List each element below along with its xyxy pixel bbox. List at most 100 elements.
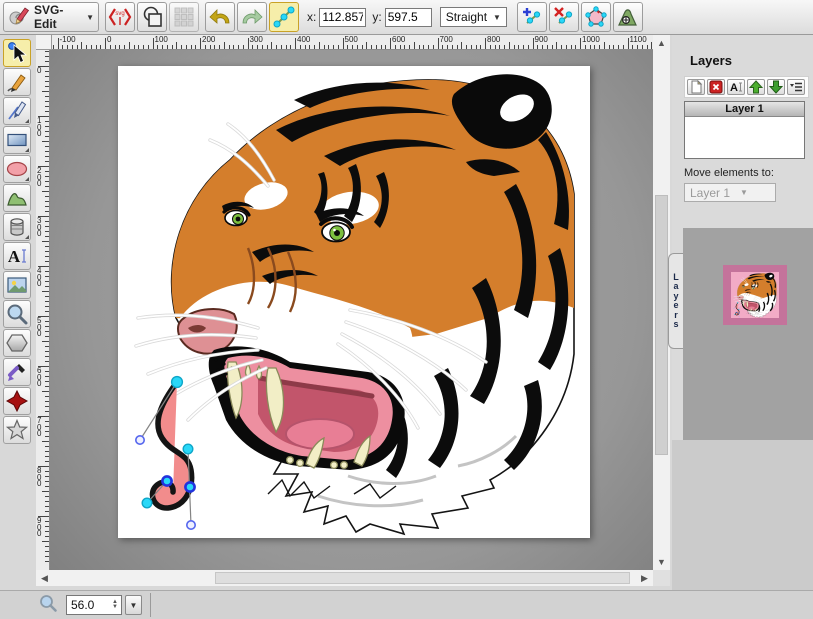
image-tool-button[interactable] bbox=[3, 271, 31, 299]
ruler-tick bbox=[176, 42, 177, 49]
scroll-left-button[interactable]: ◀ bbox=[36, 570, 53, 586]
ruler-tick bbox=[42, 141, 49, 142]
link-control-points-button[interactable] bbox=[269, 2, 299, 32]
ruler-tick bbox=[45, 236, 49, 237]
segment-type-select[interactable]: Straight ▼ bbox=[440, 7, 507, 27]
move-layer-up-button[interactable] bbox=[747, 79, 765, 95]
ruler-tick bbox=[637, 45, 638, 49]
spinner-down-icon[interactable]: ▼ bbox=[112, 605, 118, 610]
line-tool-button[interactable] bbox=[3, 97, 31, 125]
undo-button[interactable] bbox=[205, 2, 235, 32]
shape-maple-button[interactable] bbox=[3, 387, 31, 415]
scroll-up-button[interactable]: ▲ bbox=[653, 35, 670, 51]
ruler-tick bbox=[542, 45, 543, 49]
canvas-workspace[interactable] bbox=[50, 50, 653, 570]
scroll-down-button[interactable]: ▼ bbox=[653, 554, 670, 570]
zoom-level-input[interactable]: 56.0 ▲ ▼ bbox=[66, 595, 122, 615]
ruler-tick bbox=[45, 251, 49, 252]
grid-button[interactable] bbox=[169, 2, 199, 32]
select-tool-button[interactable] bbox=[3, 39, 31, 67]
horizontal-scrollbar[interactable]: ◀ ▶ bbox=[36, 570, 653, 586]
ruler-tick bbox=[324, 45, 325, 49]
canvas-page[interactable] bbox=[118, 66, 590, 538]
layer-thumbnail-image bbox=[732, 272, 778, 318]
move-target-select[interactable]: Layer 1 ▼ bbox=[684, 183, 776, 202]
ruler-tick bbox=[219, 45, 220, 49]
delete-node-button[interactable] bbox=[549, 2, 579, 32]
scrollbar-corner bbox=[653, 570, 670, 586]
ruler-label: 500 bbox=[345, 35, 358, 44]
ellipse-icon bbox=[5, 157, 29, 181]
ruler-tick bbox=[395, 45, 396, 49]
ruler-tick bbox=[428, 45, 429, 49]
ruler-tick bbox=[381, 45, 382, 49]
ruler-tick bbox=[45, 456, 49, 457]
ruler-tick bbox=[148, 45, 149, 49]
ruler-tick bbox=[566, 45, 567, 49]
pencil-tool-button[interactable] bbox=[3, 68, 31, 96]
layer-menu-button[interactable] bbox=[787, 79, 805, 95]
path-tool-button[interactable] bbox=[3, 184, 31, 212]
wireframe-button[interactable] bbox=[137, 2, 167, 32]
zoom-tool-button[interactable] bbox=[3, 300, 31, 328]
magnifier-icon bbox=[5, 302, 29, 326]
layer-list[interactable]: Layer 1 bbox=[684, 101, 805, 159]
rename-layer-button[interactable]: A bbox=[727, 79, 745, 95]
ruler-tick bbox=[45, 196, 49, 197]
ruler-tick bbox=[45, 361, 49, 362]
ruler-tick bbox=[45, 81, 49, 82]
ruler-tick bbox=[45, 301, 49, 302]
vertical-scroll-thumb[interactable] bbox=[655, 195, 668, 455]
ruler-tick bbox=[575, 45, 576, 49]
ruler-label: 700 bbox=[37, 418, 41, 438]
layer-list-header[interactable]: Layer 1 bbox=[685, 102, 804, 117]
delete-layer-button[interactable] bbox=[707, 79, 725, 95]
ruler-tick bbox=[447, 45, 448, 49]
ruler-tick bbox=[45, 86, 49, 87]
ruler-tick bbox=[305, 45, 306, 49]
ruler-tick bbox=[366, 42, 367, 49]
open-path-button[interactable] bbox=[581, 2, 611, 32]
ruler-tick bbox=[45, 171, 49, 172]
ruler-tick bbox=[45, 186, 49, 187]
ruler-tick bbox=[45, 531, 49, 532]
ruler-tick bbox=[81, 42, 82, 49]
svg-text:A: A bbox=[8, 247, 21, 266]
text-tool-button[interactable]: A bbox=[3, 242, 31, 270]
scroll-right-button[interactable]: ▶ bbox=[636, 570, 653, 586]
ruler-tick bbox=[45, 51, 49, 52]
ruler-tick bbox=[438, 38, 439, 49]
move-layer-down-button[interactable] bbox=[767, 79, 785, 95]
polygon-tool-button[interactable] bbox=[3, 329, 31, 357]
ruler-tick bbox=[167, 45, 168, 49]
y-coordinate-input[interactable] bbox=[385, 8, 432, 27]
convert-to-path-button[interactable] bbox=[613, 2, 643, 32]
ruler-tick bbox=[585, 45, 586, 49]
ruler-tick bbox=[42, 291, 49, 292]
zoom-spinner[interactable]: ▲ ▼ bbox=[112, 600, 121, 610]
edit-source-button[interactable]: svg bbox=[105, 2, 135, 32]
zoom-preset-dropdown-button[interactable]: ▼ bbox=[125, 595, 142, 615]
star-tool-button[interactable] bbox=[3, 416, 31, 444]
ruler-tick bbox=[618, 45, 619, 49]
layers-panel-toggle-tab[interactable]: Layers bbox=[668, 253, 683, 349]
x-coordinate-input[interactable] bbox=[319, 8, 366, 27]
ruler-tick bbox=[276, 45, 277, 49]
new-layer-button[interactable] bbox=[687, 79, 705, 95]
ellipse-tool-button[interactable] bbox=[3, 155, 31, 183]
shape-library-button[interactable] bbox=[3, 213, 31, 241]
add-node-button[interactable] bbox=[517, 2, 547, 32]
horizontal-scroll-thumb[interactable] bbox=[215, 572, 630, 584]
ruler-tick bbox=[419, 45, 420, 49]
redo-button[interactable] bbox=[237, 2, 267, 32]
main-menu-button[interactable]: SVG-Edit ▼ bbox=[3, 2, 99, 32]
eyedropper-tool-button[interactable] bbox=[3, 358, 31, 386]
ruler-tick bbox=[295, 38, 296, 49]
ruler-tick bbox=[390, 38, 391, 49]
rectangle-tool-button[interactable] bbox=[3, 126, 31, 154]
ruler-tick bbox=[45, 256, 49, 257]
layer-thumbnail-frame[interactable] bbox=[723, 265, 787, 325]
ruler-tick bbox=[45, 506, 49, 507]
ruler-label: 300 bbox=[37, 218, 41, 238]
ruler-tick bbox=[262, 45, 263, 49]
